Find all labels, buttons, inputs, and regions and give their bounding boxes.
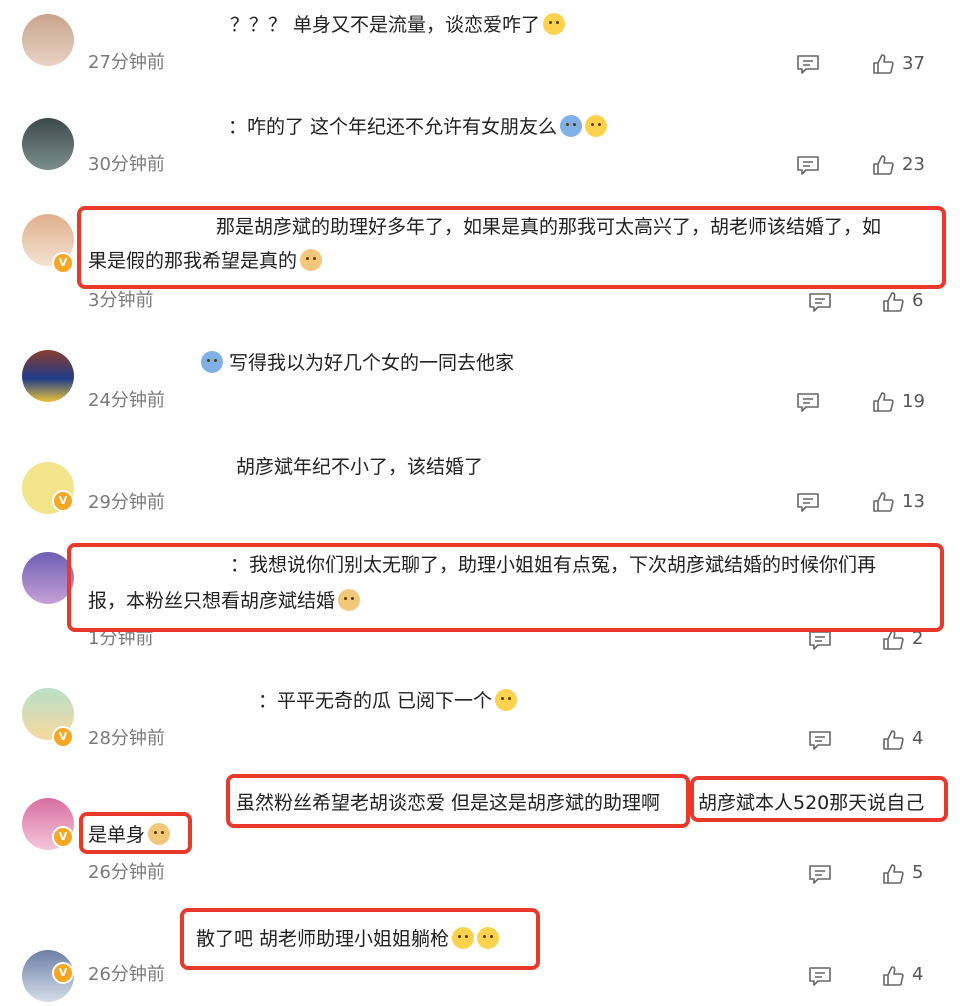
like-count: 6 [912,290,924,311]
comment-icon[interactable] [808,864,832,884]
comment-time: 3分钟前 [88,290,154,311]
like-count: 19 [902,391,925,412]
comment-text: 散了吧 胡老师助理小姐姐躺枪 [196,922,500,956]
comment-text: 虽然粉丝希望老胡谈恋爱 但是这是胡彦斌的助理啊 [236,792,661,814]
comment-time: 27分钟前 [88,52,165,73]
thumbs-up-icon[interactable] [882,965,904,987]
comment-text: 是单身 [88,818,171,852]
like-count: 23 [902,154,925,175]
comment-text: ？？？ 单身又不是流量，谈恋爱咋了 [230,8,566,42]
thumbs-up-icon[interactable] [872,491,894,513]
sweat-emoji-icon [560,115,583,137]
comment-text: 那是胡彦斌的助理好多年了，如果是真的那我可太高兴了，胡老师该结婚了，如 [216,216,882,238]
comment-text: 胡彦斌年纪不小了，该结婚了 [236,456,484,478]
comment-time: 24分钟前 [88,390,165,411]
comment-icon[interactable] [796,54,820,74]
comment-icon[interactable] [808,730,832,750]
thumbs-up-icon[interactable] [882,729,904,751]
v-badge-icon: V [52,490,74,512]
comment-text: 写得我以为好几个女的一同去他家 [198,346,514,380]
sleepy-emoji-icon [585,115,608,137]
thumbs-up-icon[interactable] [872,391,894,413]
thumbs-up-icon[interactable] [872,53,894,75]
comment-time: 30分钟前 [88,154,165,175]
v-badge-icon: V [52,726,74,748]
comment-icon[interactable] [808,292,832,312]
comment-text: ：平平无奇的瓜 已阅下一个 [258,684,518,718]
v-badge-icon: V [52,252,74,274]
shrug-emoji-icon [495,689,518,711]
comment-text: ：咋的了 这个年纪还不允许有女朋友么 [228,110,608,144]
like-count: 5 [912,862,924,883]
thumbs-up-icon[interactable] [882,291,904,313]
avatar[interactable] [22,14,74,66]
like-count: 13 [902,491,925,512]
avatar[interactable] [22,350,74,402]
comment-text: 胡彦斌本人520那天说自己 [698,792,925,814]
doge-emoji-icon [148,823,171,845]
comment-text: 报，本粉丝只想看胡彦斌结婚 [88,584,361,618]
like-count: 4 [912,728,924,749]
comment-time: 28分钟前 [88,728,165,749]
comment-icon[interactable] [796,155,820,175]
comment-icon[interactable] [808,630,832,650]
like-count: 4 [912,964,924,985]
comment-time: 29分钟前 [88,492,165,513]
comment-icon[interactable] [796,392,820,412]
like-count: 37 [902,53,925,74]
thumbs-up-icon[interactable] [882,863,904,885]
like-count: 2 [912,628,924,649]
comment-text: ：我想说你们别太无聊了，助理小姐姐有点冤，下次胡彦斌结婚的时候你们再 [230,554,877,576]
v-badge-icon: V [52,826,74,848]
comment-text: 果是假的那我希望是真的 [88,244,323,278]
facepalm-emoji-icon [477,927,500,949]
doge-emoji-icon [338,589,361,611]
v-badge-icon: V [52,962,74,984]
avatar[interactable] [22,552,74,604]
comment-time: 1分钟前 [88,628,154,649]
avatar[interactable] [22,118,74,170]
comment-icon[interactable] [796,492,820,512]
facepalm-emoji-icon [452,927,475,949]
comment-time: 26分钟前 [88,862,165,883]
wink-emoji-icon [543,13,566,35]
thumbs-up-icon[interactable] [872,154,894,176]
doge-emoji-icon [300,249,323,271]
comment-time: 26分钟前 [88,964,165,985]
comment-icon[interactable] [808,966,832,986]
scared-emoji-icon [201,351,223,373]
thumbs-up-icon[interactable] [882,629,904,651]
